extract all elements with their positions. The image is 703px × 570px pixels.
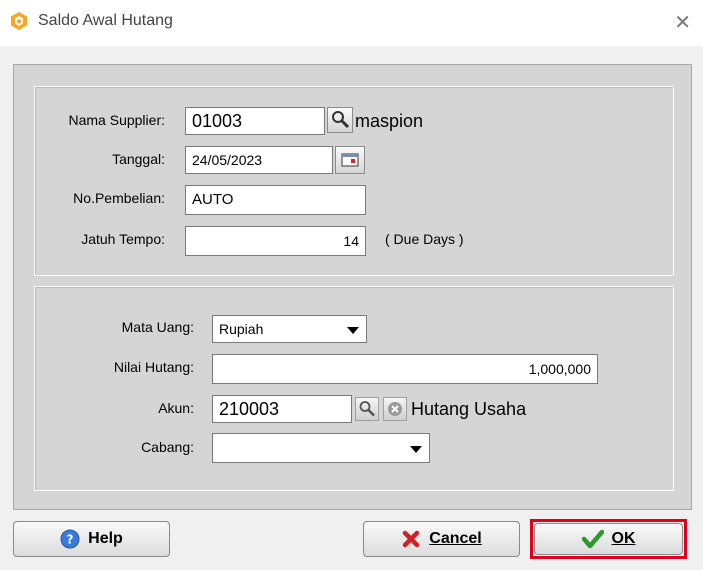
- supplier-search-button[interactable]: [327, 107, 353, 133]
- akun-name: Hutang Usaha: [411, 399, 527, 419]
- close-icon[interactable]: ✕: [674, 10, 691, 35]
- akun-label: Akun:: [158, 400, 194, 416]
- chevron-down-icon: [410, 446, 422, 453]
- akun-search-button[interactable]: [355, 397, 379, 421]
- clear-icon: [388, 402, 402, 416]
- due-days-label: ( Due Days ): [385, 231, 464, 247]
- nilai-hutang-label: Nilai Hutang:: [113, 359, 194, 375]
- no-pembelian-input[interactable]: AUTO: [185, 185, 366, 215]
- cabang-select[interactable]: [212, 433, 430, 463]
- checkmark-icon: [581, 529, 604, 549]
- ok-button[interactable]: OK: [534, 523, 683, 555]
- supplier-label: Nama Supplier:: [68, 112, 166, 128]
- svg-text:?: ?: [67, 533, 74, 547]
- chevron-down-icon: [347, 327, 359, 334]
- search-icon: [332, 111, 350, 129]
- cabang-label: Cabang:: [141, 439, 194, 455]
- calendar-button[interactable]: [335, 146, 365, 174]
- ok-label: OK: [611, 530, 636, 547]
- cancel-x-icon: [403, 530, 420, 548]
- help-icon: ?: [60, 529, 80, 549]
- supplier-code-input[interactable]: 01003: [185, 107, 325, 135]
- tanggal-input[interactable]: 24/05/2023: [185, 146, 333, 174]
- supplier-name: maspion: [355, 111, 424, 131]
- help-label: Help: [88, 530, 123, 547]
- mata-uang-select[interactable]: Rupiah: [212, 315, 367, 343]
- window-title: Saldo Awal Hutang: [38, 12, 173, 29]
- app-logo-icon: [11, 12, 27, 30]
- jatuh-tempo-label: Jatuh Tempo:: [81, 231, 165, 247]
- akun-clear-button[interactable]: [383, 397, 407, 421]
- title-bar: Saldo Awal Hutang ✕: [0, 0, 703, 46]
- mata-uang-value: Rupiah: [219, 321, 264, 337]
- jatuh-tempo-input[interactable]: 14: [185, 226, 366, 256]
- help-button[interactable]: ? Help: [13, 521, 170, 557]
- akun-code-input[interactable]: 210003: [212, 395, 352, 423]
- cancel-label: Cancel: [429, 530, 482, 547]
- cancel-button[interactable]: Cancel: [363, 521, 520, 557]
- nilai-hutang-input[interactable]: 1,000,000: [212, 354, 598, 384]
- calendar-icon: [341, 153, 359, 167]
- tanggal-label: Tanggal:: [112, 151, 165, 167]
- no-pembelian-label: No.Pembelian:: [73, 190, 165, 206]
- search-icon: [359, 401, 375, 417]
- mata-uang-label: Mata Uang:: [121, 319, 194, 335]
